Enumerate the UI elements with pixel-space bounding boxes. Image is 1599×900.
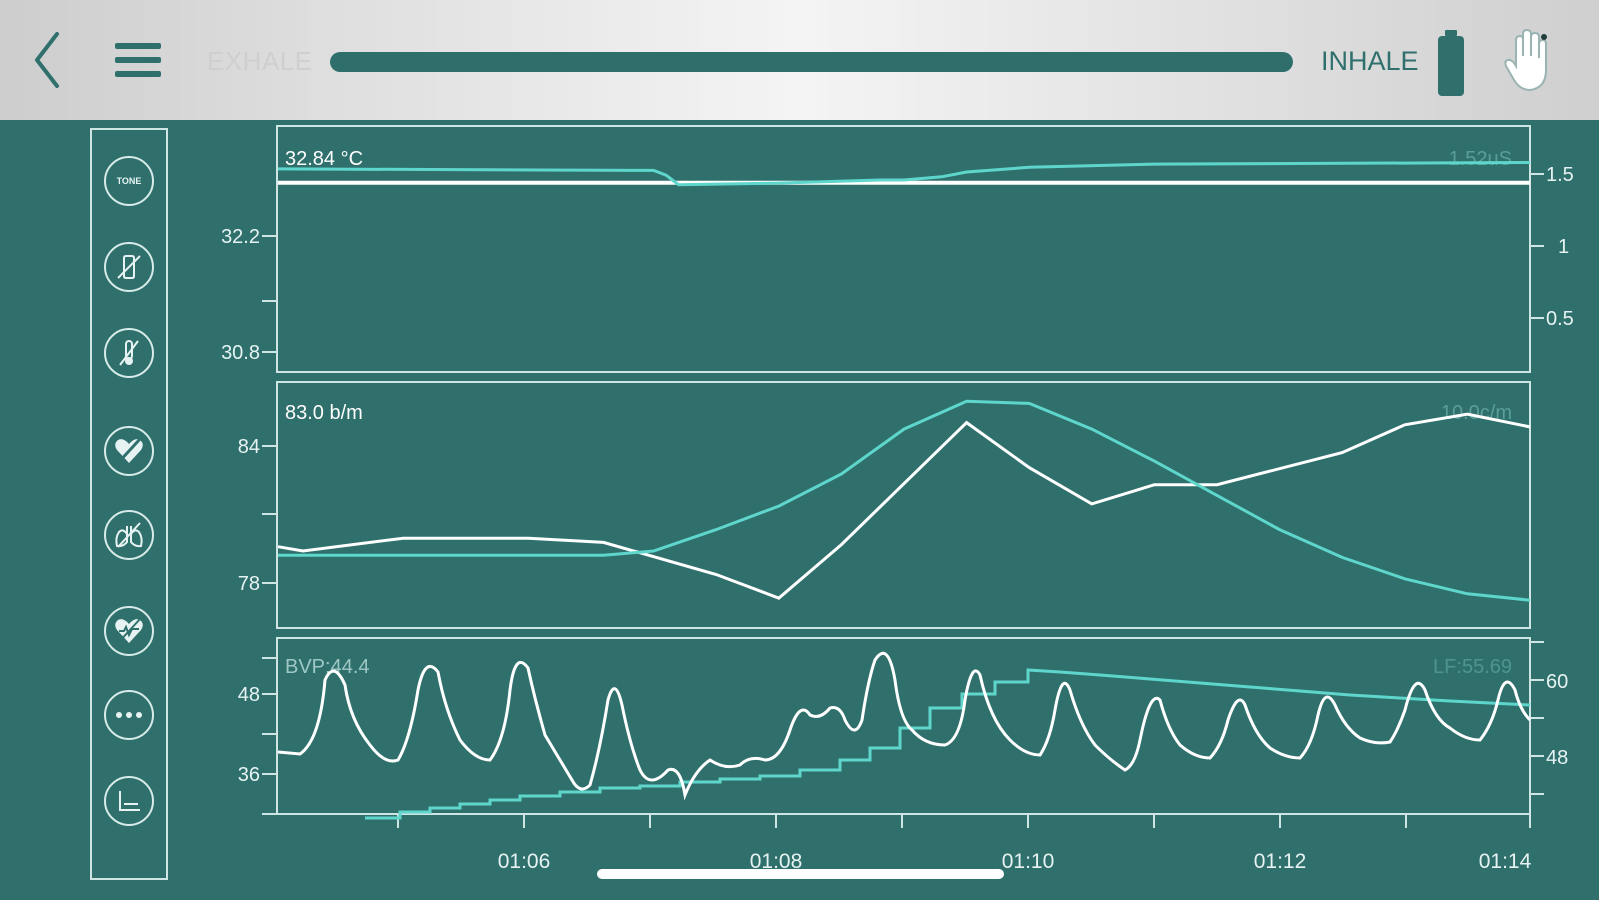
- skin-conductance-tick-label: 0.5: [1546, 308, 1574, 330]
- heart-rate-readout: 83.0 b/m: [285, 402, 363, 424]
- time-tick-label: 01:06: [498, 850, 551, 873]
- lf-readout: LF:55.69: [1433, 656, 1512, 678]
- bvp-trace: [277, 651, 1532, 801]
- skin-conductance-tick-label: 1.5: [1546, 164, 1574, 186]
- heart-rate-tick-label: 78: [238, 573, 260, 595]
- temperature-tick-label: 30.8: [221, 342, 260, 364]
- heart-rate-panel-frame: [276, 381, 1531, 629]
- temperature-readout: 32.84 °C: [285, 148, 363, 170]
- home-indicator[interactable]: [597, 869, 1004, 879]
- time-tick-label: 01:12: [1254, 850, 1307, 873]
- charts-area: 32.84 °C 1.52uS 83.0 b/m 10.0c/m BVP:44.…: [221, 125, 1574, 873]
- hrv-panel-frame: [276, 637, 1531, 815]
- skin-conductance-tick-label: 1: [1558, 236, 1569, 258]
- heart-rate-trace: [277, 412, 1531, 600]
- heart-rate-tick-label: 84: [238, 436, 260, 458]
- time-tick-label: 01:14: [1479, 850, 1532, 873]
- breath-rate-trace: [278, 399, 1531, 602]
- lf-tick-label: 60: [1546, 671, 1568, 693]
- bvp-tick-label: 48: [238, 684, 260, 706]
- lf-tick-label: 48: [1546, 747, 1568, 769]
- temperature-tick-label: 32.2: [221, 226, 260, 248]
- time-tick-label: 01:10: [1002, 850, 1055, 873]
- bvp-tick-label: 36: [238, 764, 260, 786]
- skin-conductance-readout: 1.52uS: [1449, 148, 1512, 170]
